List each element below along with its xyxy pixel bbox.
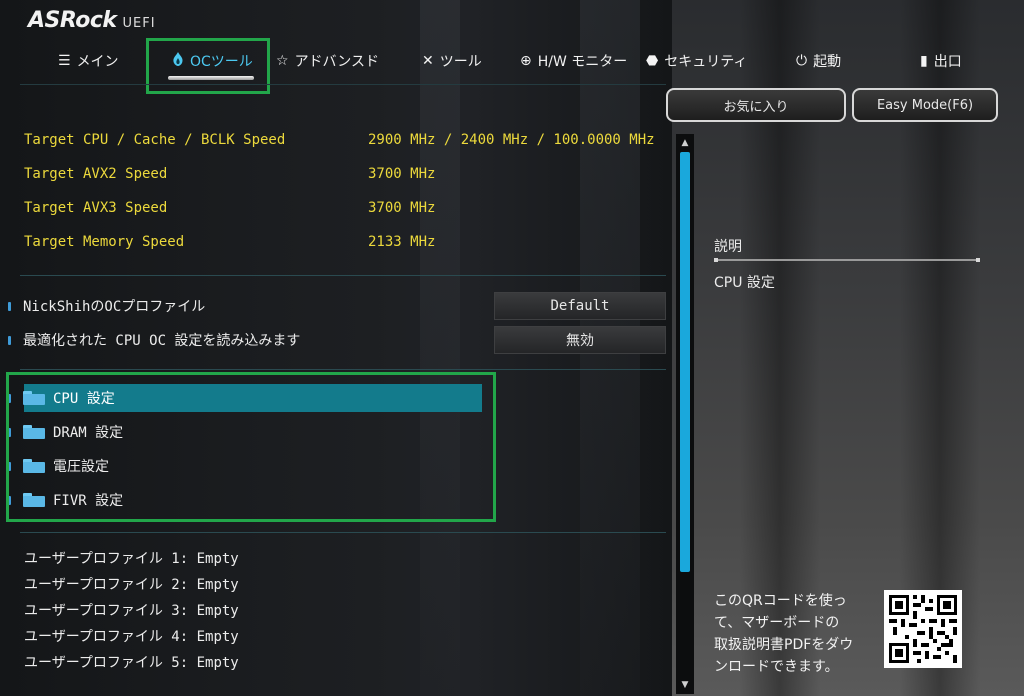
star-icon: ☆ xyxy=(276,53,289,69)
section-divider xyxy=(20,532,666,533)
target-cpu-label: Target CPU / Cache / BCLK Speed xyxy=(24,132,286,148)
target-avx2-value: 3700 MHz xyxy=(368,166,436,182)
target-cpu-value: 2900 MHz / 2400 MHz / 100.0000 MHz xyxy=(368,132,655,148)
tab-boot[interactable]: ⏻ 起動 xyxy=(796,44,841,78)
scroll-down-icon[interactable]: ▼ xyxy=(676,678,694,692)
target-memory-label: Target Memory Speed xyxy=(24,234,185,250)
tools-icon: ✕ xyxy=(422,53,434,69)
section-divider xyxy=(20,369,666,370)
user-profile-4[interactable]: ユーザープロファイル 4: Empty xyxy=(24,626,239,646)
tab-security[interactable]: ⬣ セキュリティ xyxy=(646,44,747,78)
target-avx3-value: 3700 MHz xyxy=(368,200,436,216)
description-title: 説明 xyxy=(714,239,742,255)
folder-icon xyxy=(23,459,45,473)
list-icon: ☰ xyxy=(58,53,71,69)
qr-instructions: このQRコードを使っ て、マザーボードの 取扱説明書PDFをダウ ンロードできま… xyxy=(714,593,854,675)
oc-profile-option[interactable]: NickShihのOCプロファイル xyxy=(8,295,205,317)
background-stripe xyxy=(420,0,460,696)
tab-tool[interactable]: ✕ ツール xyxy=(422,44,482,78)
user-profile-1[interactable]: ユーザープロファイル 1: Empty xyxy=(24,548,239,568)
section-divider xyxy=(20,275,666,276)
user-profile-5[interactable]: ユーザープロファイル 5: Empty xyxy=(24,652,239,672)
qr-code-icon xyxy=(884,590,962,668)
info-marker-icon xyxy=(8,301,11,311)
tab-hw-monitor[interactable]: ⊕ H/W モニター xyxy=(520,44,627,78)
shield-icon: ⬣ xyxy=(646,53,659,69)
header-divider xyxy=(20,84,666,85)
tab-advanced[interactable]: ☆ アドバンスド xyxy=(276,44,379,78)
folder-icon xyxy=(23,391,45,405)
exit-icon: ▮ xyxy=(920,53,928,69)
folder-icon xyxy=(23,425,45,439)
info-marker-icon xyxy=(8,335,11,345)
description-text: CPU 設定 xyxy=(714,275,775,291)
crosshair-icon: ⊕ xyxy=(520,53,532,69)
power-icon: ⏻ xyxy=(796,53,808,69)
target-avx3-label: Target AVX3 Speed xyxy=(24,200,168,216)
asrock-logo: ASRock UEFI xyxy=(28,8,156,33)
annotation-box-tab xyxy=(146,38,270,94)
user-profile-2[interactable]: ユーザープロファイル 2: Empty xyxy=(24,574,239,594)
description-divider xyxy=(714,258,980,262)
scrollbar-thumb[interactable] xyxy=(680,152,690,572)
target-avx2-label: Target AVX2 Speed xyxy=(24,166,168,182)
target-memory-value: 2133 MHz xyxy=(368,234,436,250)
favorites-button[interactable]: お気に入り xyxy=(666,88,846,122)
oc-profile-value[interactable]: Default xyxy=(494,292,666,320)
tab-main[interactable]: ☰ メイン xyxy=(58,44,119,78)
load-optimized-oc-value[interactable]: 無効 xyxy=(494,326,666,354)
easy-mode-button[interactable]: Easy Mode(F6) xyxy=(852,88,998,122)
scroll-up-icon[interactable]: ▲ xyxy=(676,136,694,150)
tab-exit[interactable]: ▮ 出口 xyxy=(920,44,962,78)
load-optimized-oc-option[interactable]: 最適化された CPU OC 設定を読み込みます xyxy=(8,329,300,351)
folder-icon xyxy=(23,493,45,507)
user-profile-3[interactable]: ユーザープロファイル 3: Empty xyxy=(24,600,239,620)
